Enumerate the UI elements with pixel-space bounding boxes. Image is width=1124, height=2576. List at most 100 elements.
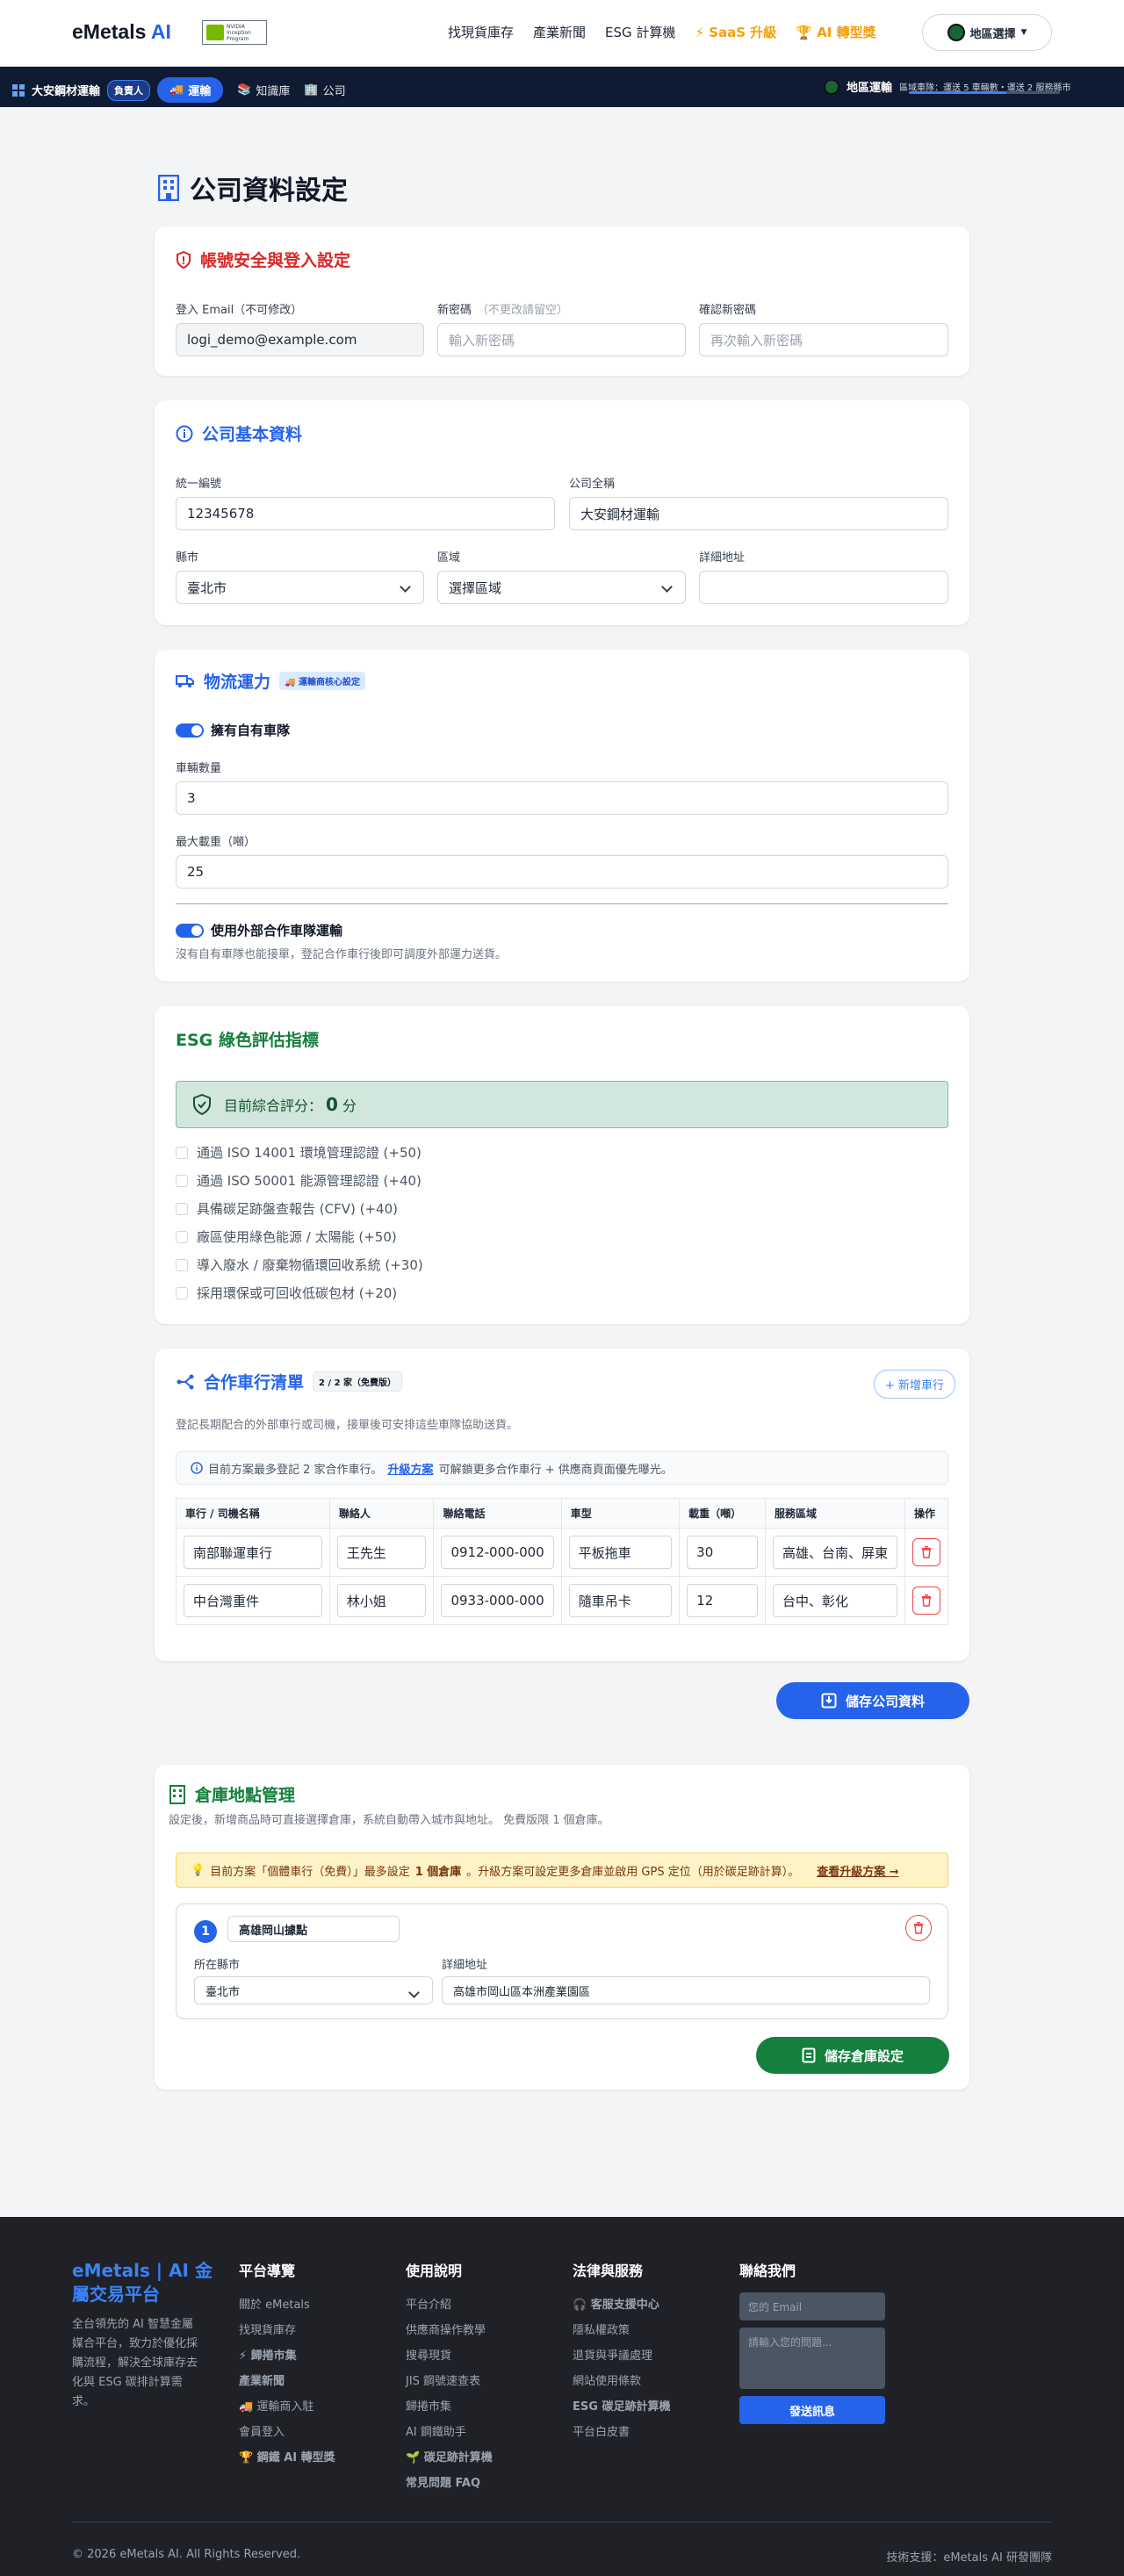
max-load-input[interactable]: 25 <box>176 855 948 889</box>
delete-row-button[interactable] <box>912 1538 940 1566</box>
district-label: 區域 <box>437 551 461 565</box>
footer-link[interactable]: ⚡ 歸捲市集 <box>239 2343 335 2369</box>
partner-name-input[interactable]: 南部聯運車行 <box>184 1536 322 1569</box>
own-fleet-toggle[interactable] <box>176 723 204 738</box>
nav-inventory[interactable]: 找現貨庫存 <box>448 23 514 41</box>
warehouse-address-input[interactable]: 高雄市岡山區本洲產業園區 <box>442 1976 930 2004</box>
region-select-button[interactable]: 地區選擇 ▼ <box>922 14 1052 51</box>
nav-saas-upgrade[interactable]: ⚡ SaaS 升級 <box>695 23 776 41</box>
footer-link[interactable]: 歸捲市集 <box>406 2394 493 2420</box>
partners-card: 合作車行清單 2 / 2 家（免費版） + 新增車行 登記長期配合的外部車行或司… <box>155 1349 969 1661</box>
partner-load-input[interactable]: 30 <box>687 1536 758 1569</box>
save-icon <box>821 1693 837 1709</box>
send-message-button[interactable]: 發送訊息 <box>739 2396 885 2424</box>
footer-message-input[interactable]: 請輸入您的問題... <box>739 2328 885 2389</box>
company-card-title: 公司基本資料 <box>176 421 302 445</box>
confirm-password-label: 確認新密碼 <box>699 304 757 317</box>
brand-logo[interactable]: eMetals AI <box>72 20 171 44</box>
esg-checkbox-iso50001[interactable]: 通過 ISO 50001 能源管理認證 (+40) <box>176 1171 422 1190</box>
partner-vehicle-input[interactable]: 隨車吊卡 <box>568 1584 673 1617</box>
footer-link[interactable]: 🏆 鋼鐵 AI 轉型獎 <box>239 2445 335 2471</box>
warehouse-city-select[interactable]: 臺北市 <box>194 1976 433 2004</box>
external-fleet-toggle[interactable] <box>176 924 204 938</box>
divider <box>176 903 948 904</box>
bulb-icon: 💡 <box>191 1863 205 1877</box>
new-password-input[interactable]: 輸入新密碼 <box>437 323 686 356</box>
tab-transport[interactable]: 🚚 運輸 <box>157 77 224 103</box>
address-input[interactable] <box>699 571 948 604</box>
footer-link[interactable]: 隱私權政策 <box>573 2318 670 2343</box>
footer-col-legal: 法律與服務 🎧 客服支援中心 隱私權政策 退貨與爭議處理 網站使用條款 ESG … <box>573 2259 670 2445</box>
building-icon <box>158 175 179 201</box>
partners-card-title: 合作車行清單 2 / 2 家（免費版） <box>176 1370 403 1393</box>
partner-vehicle-input[interactable]: 平板拖車 <box>568 1536 673 1569</box>
footer-link[interactable]: 退貨與爭議處理 <box>573 2343 670 2369</box>
tab-knowledge-base[interactable]: 📚 知識庫 <box>237 82 290 98</box>
confirm-password-input[interactable]: 再次輸入新密碼 <box>699 323 948 356</box>
footer-link[interactable]: AI 鋼鐵助手 <box>406 2420 493 2445</box>
footer-email-input[interactable]: 您的 Email <box>739 2292 885 2321</box>
footer-link[interactable]: JIS 鋼號速查表 <box>406 2369 493 2394</box>
partner-name-input[interactable]: 中台灣重件 <box>184 1584 322 1617</box>
partner-load-input[interactable]: 12 <box>687 1584 758 1617</box>
delete-warehouse-button[interactable] <box>905 1915 932 1941</box>
esg-checkbox-carbon-report[interactable]: 具備碳足跡盤查報告 (CFV) (+40) <box>176 1199 398 1218</box>
address-label: 詳細地址 <box>699 551 746 565</box>
footer-link[interactable]: 🚚 運輸商入駐 <box>239 2394 335 2420</box>
footer-link[interactable]: 平台白皮書 <box>573 2420 670 2445</box>
trash-icon <box>914 1922 923 1934</box>
partner-contact-input[interactable]: 王先生 <box>336 1536 427 1569</box>
nav-ai-award[interactable]: 🏆 AI 轉型獎 <box>796 23 875 41</box>
footer-link[interactable]: 平台介紹 <box>406 2292 493 2318</box>
footer-link[interactable]: 🎧 客服支援中心 <box>573 2292 670 2318</box>
esg-checkbox-iso14001[interactable]: 通過 ISO 14001 環境管理認證 (+50) <box>176 1143 422 1162</box>
footer-link[interactable]: 產業新聞 <box>239 2369 335 2394</box>
region-progress-bar <box>909 91 1007 94</box>
footer-link[interactable]: 關於 eMetals <box>239 2292 335 2318</box>
add-partner-button[interactable]: + 新增車行 <box>873 1370 955 1399</box>
company-name-input[interactable]: 大安鋼材運輸 <box>569 497 948 530</box>
footer-link[interactable]: 🌱 碳足跡計算機 <box>406 2445 493 2471</box>
col-header-actions: 操作 <box>904 1498 948 1529</box>
city-select[interactable]: 臺北市 <box>176 571 424 604</box>
footer-link[interactable]: 網站使用條款 <box>573 2369 670 2394</box>
save-warehouse-button[interactable]: 儲存倉庫設定 <box>756 2037 949 2074</box>
building-icon: 🏢 <box>304 83 319 97</box>
warehouse-plan-warning: 💡 目前方案「個體車行（免費）」最多設定 1 個倉庫 。升級方案可設定更多倉庫並啟用… <box>176 1853 948 1888</box>
partner-phone-input[interactable]: 0933-000-000 <box>441 1584 554 1617</box>
partner-area-input[interactable]: 高雄、台南、屏東 <box>772 1536 897 1569</box>
view-upgrade-link[interactable]: 查看升級方案 → <box>817 1862 898 1879</box>
upgrade-plan-link[interactable]: 升級方案 <box>388 1460 434 1477</box>
info-icon <box>191 1462 203 1474</box>
tax-id-label: 統一編號 <box>176 478 222 491</box>
partner-contact-input[interactable]: 林小姐 <box>336 1584 427 1617</box>
company-name-label: 公司全稱 <box>569 478 616 491</box>
top-navbar: eMetals AI NVIDIA Inception Program 找現貨庫存 … <box>0 0 1124 67</box>
warehouse-name-input[interactable]: 高雄岡山據點 <box>227 1916 400 1942</box>
footer-link[interactable]: 找現貨庫存 <box>239 2318 335 2343</box>
footer-link[interactable]: 搜尋現貨 <box>406 2343 493 2369</box>
nav-news[interactable]: 產業新聞 <box>533 23 586 41</box>
region-globe-icon <box>824 78 839 95</box>
footer-link[interactable]: 會員登入 <box>239 2420 335 2445</box>
footer-link[interactable]: ESG 碳足跡計算機 <box>573 2394 670 2420</box>
email-field: logi_demo@example.com <box>176 323 424 356</box>
tax-id-input[interactable]: 12345678 <box>176 497 555 530</box>
account-security-card: 帳號安全與登入設定 登入 Email（不可修改） logi_demo@examp… <box>155 227 969 376</box>
col-header-contact: 聯絡人 <box>328 1498 435 1529</box>
save-company-button[interactable]: 儲存公司資料 <box>776 1682 969 1719</box>
footer-link[interactable]: 供應商操作教學 <box>406 2318 493 2343</box>
account-card-title: 帳號安全與登入設定 <box>176 248 350 271</box>
esg-checkbox-packaging[interactable]: 採用環保或可回收低碳包材 (+20) <box>176 1284 397 1302</box>
page-title: 公司資料設定 <box>158 169 348 207</box>
district-select[interactable]: 選擇區域 <box>437 571 686 604</box>
delete-row-button[interactable] <box>912 1587 940 1615</box>
vehicles-input[interactable]: 3 <box>176 781 948 815</box>
footer-link[interactable]: 常見問題 FAQ <box>406 2471 493 2496</box>
tab-company[interactable]: 🏢 公司 <box>304 82 345 98</box>
esg-checkbox-recycling[interactable]: 導入廢水 / 廢棄物循環回收系統 (+30) <box>176 1256 423 1274</box>
nav-esg-calculator[interactable]: ESG 計算機 <box>605 23 675 41</box>
partner-phone-input[interactable]: 0912-000-000 <box>441 1536 554 1569</box>
esg-checkbox-green-energy[interactable]: 廠區使用綠色能源 / 太陽能 (+50) <box>176 1227 397 1246</box>
partner-area-input[interactable]: 台中、彰化 <box>772 1584 897 1617</box>
